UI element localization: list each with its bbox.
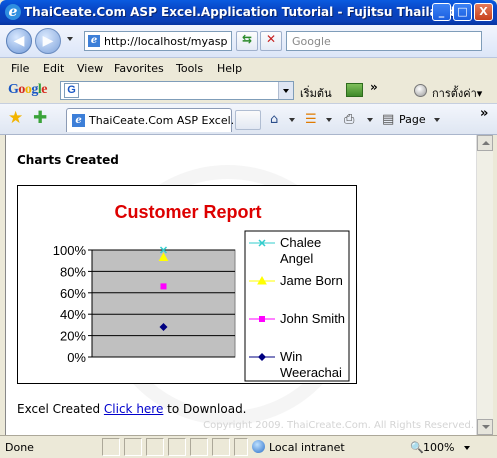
security-zone[interactable]: Local intranet (269, 441, 345, 454)
page-dropdown-icon[interactable] (434, 118, 440, 122)
favorites-star-icon[interactable]: ★ (8, 108, 23, 128)
google-search-input[interactable]: G (60, 81, 294, 100)
page-menu-button[interactable]: Page (399, 113, 426, 126)
y-axis-tick-label: 80% (60, 264, 86, 279)
status-segment (146, 438, 164, 456)
search-box[interactable]: Google (286, 31, 482, 51)
zoom-level[interactable]: 100% (423, 441, 454, 454)
minimize-button[interactable]: _ (432, 3, 451, 21)
menu-tools[interactable]: Tools (176, 62, 203, 75)
scroll-down-button[interactable] (477, 419, 493, 435)
chart-title: Customer Report (114, 202, 261, 222)
window-title: ThaiCeate.Com ASP Excel.Application Tuto… (24, 5, 455, 19)
legend-marker-3 (259, 316, 265, 322)
status-segment (234, 438, 248, 456)
menu-file[interactable]: File (11, 62, 29, 75)
window-title-bar: e ThaiCeate.Com ASP Excel.Application Tu… (0, 0, 497, 25)
google-search-dropdown[interactable] (278, 82, 293, 99)
navigation-bar: ◀ ▶ e http://localhost/myasp ⇆ ✕ Google (0, 25, 497, 58)
legend-label-2: Jame Born (280, 273, 343, 288)
history-dropdown-icon[interactable] (67, 37, 73, 41)
google-logo[interactable]: Google (8, 82, 47, 98)
footer-prefix: Excel Created (17, 402, 104, 416)
scroll-up-button[interactable] (477, 135, 493, 151)
address-input[interactable]: http://localhost/myasp (104, 35, 227, 48)
feeds-icon[interactable]: ☰ (305, 112, 317, 127)
menu-edit[interactable]: Edit (43, 62, 64, 75)
status-bar: Done Local intranet 🔍 100% (0, 435, 497, 458)
download-link[interactable]: Click here (104, 402, 163, 416)
menu-help[interactable]: Help (217, 62, 242, 75)
zoom-icon: 🔍 (410, 441, 424, 454)
download-line: Excel Created Click here to Download. (17, 402, 247, 416)
google-image-icon[interactable] (346, 83, 363, 97)
y-axis-tick-label: 40% (60, 307, 86, 322)
feeds-dropdown-icon[interactable] (326, 118, 332, 122)
google-settings-button[interactable]: การตั้งค่า▾ (432, 84, 482, 102)
home-icon[interactable]: ⌂ (270, 112, 278, 127)
tab-command-bar: ★ ✚ e ThaiCeate.Com ASP Excel... ⌂ ☰ ⎙ ▤… (0, 103, 497, 135)
search-input[interactable]: Google (292, 35, 331, 48)
google-toolbar: Google G เริ่มต้น » การตั้งค่า▾ (0, 79, 497, 103)
y-axis-tick-label: 60% (60, 286, 86, 301)
add-favorite-icon[interactable]: ✚ (33, 108, 47, 128)
settings-icon[interactable] (414, 84, 427, 97)
status-text: Done (5, 441, 34, 454)
home-dropdown-icon[interactable] (289, 118, 295, 122)
menu-favorites[interactable]: Favorites (114, 62, 164, 75)
tab-page-icon: e (72, 114, 85, 127)
chart-svg: Customer Report100%80%60%40%20%0%Chalee A… (53, 202, 350, 382)
zoom-dropdown-icon[interactable] (464, 446, 470, 450)
copyright-text: Copyright 2009. ThaiCreate.Com. All Righ… (203, 420, 474, 431)
forward-arrow-icon: ▶ (42, 33, 54, 49)
refresh-button[interactable]: ⇆ (236, 31, 258, 51)
menu-bar: File Edit View Favorites Tools Help (0, 58, 497, 79)
chart-plot-area (91, 249, 236, 358)
google-logo-letter: e (41, 82, 47, 97)
tab-title: ThaiCeate.Com ASP Excel... (89, 114, 242, 127)
y-axis-tick-label: 20% (60, 329, 86, 344)
more-commands-chevron-icon[interactable]: » (480, 106, 488, 121)
google-more-chevron-icon[interactable]: » (370, 80, 378, 94)
print-icon[interactable]: ⎙ (344, 112, 354, 127)
page-icon: e (88, 35, 100, 47)
stop-icon: ✕ (265, 32, 277, 46)
page-icon[interactable]: ▤ (382, 112, 394, 127)
ie-logo-icon: e (5, 4, 21, 20)
stop-button[interactable]: ✕ (260, 31, 282, 51)
status-segment (102, 438, 120, 456)
footer-suffix: to Download. (163, 402, 247, 416)
status-segment (168, 438, 186, 456)
excel-chart: Customer Report 100% 80% 60% 40% 20% 0% Chalee A… (17, 185, 357, 384)
chart-point-3 (160, 283, 167, 290)
intranet-globe-icon (252, 440, 265, 453)
legend-label-3: John Smith (280, 311, 345, 326)
back-arrow-icon: ◀ (13, 33, 25, 49)
status-segment (124, 438, 142, 456)
vertical-scrollbar[interactable] (476, 135, 493, 435)
new-tab-button[interactable] (235, 110, 261, 130)
print-dropdown-icon[interactable] (367, 118, 373, 122)
refresh-icon: ⇆ (241, 32, 253, 46)
status-segment (212, 438, 230, 456)
back-button[interactable]: ◀ (6, 28, 32, 54)
google-logo-letter: G (8, 82, 19, 97)
status-segment (190, 438, 208, 456)
menu-view[interactable]: View (77, 62, 103, 75)
forward-button[interactable]: ▶ (35, 28, 61, 54)
y-axis-tick-label: 0% (67, 350, 86, 365)
address-bar[interactable]: e http://localhost/myasp (84, 31, 232, 51)
google-g-icon: G (64, 83, 79, 98)
google-start-button[interactable]: เริ่มต้น (300, 84, 332, 102)
close-button[interactable]: X (474, 3, 493, 21)
maximize-button[interactable]: □ (453, 3, 472, 21)
tab-thaicreate[interactable]: e ThaiCeate.Com ASP Excel... (66, 108, 241, 132)
y-axis-tick-label: 100% (53, 243, 87, 258)
page-heading: Charts Created (17, 153, 119, 167)
page-content: Charts Created Customer Report 100% 80% 60%… (5, 135, 476, 435)
